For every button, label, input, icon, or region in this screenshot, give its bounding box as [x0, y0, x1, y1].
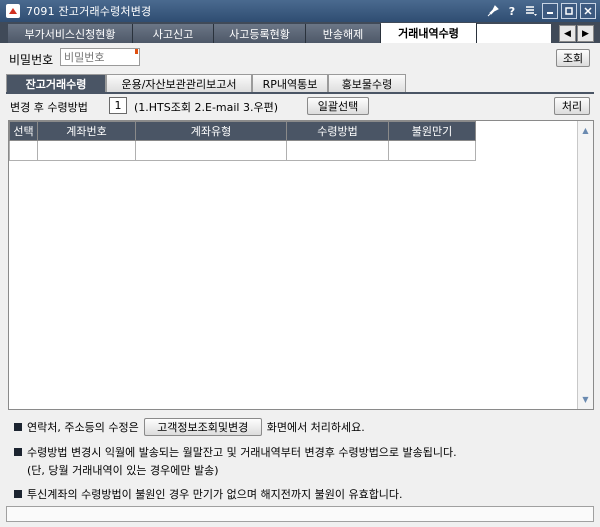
note1-text-pre: 연락처, 주소등의 수정은 [27, 421, 139, 434]
help-icon[interactable]: ? [504, 3, 520, 19]
window-title: 7091 잔고거래수령처변경 [26, 5, 152, 18]
tab-return-release[interactable]: 반송해제 [306, 24, 381, 43]
subtab-promo-receipt[interactable]: 홍보물수령 [328, 74, 406, 92]
table-cell[interactable] [388, 140, 476, 161]
note-trust-account: 투신계좌의 수령방법이 불원인 경우 만기가 없으며 해지전까지 불원이 유효합… [14, 486, 403, 502]
batch-select-button[interactable]: 일괄선택 [307, 97, 369, 115]
bullet-square-icon [14, 448, 22, 456]
subtab-asset-report[interactable]: 운용/자산보관관리보고서 [106, 74, 252, 92]
menu-icon[interactable] [523, 3, 539, 19]
change-method-label: 변경 후 수령방법 [10, 101, 88, 114]
subtab-balance-receipt[interactable]: 잔고거래수령 [6, 74, 106, 92]
tab-scroll-left-icon[interactable]: ◀ [559, 25, 576, 42]
bullet-square-icon [14, 490, 22, 498]
customer-info-button[interactable]: 고객정보조회및변경 [143, 418, 262, 436]
note-change-method-sub: (단, 당월 거래내역이 있는 경우에만 발송) [27, 462, 218, 478]
close-icon[interactable] [580, 3, 596, 19]
tab-bar-empty [477, 24, 551, 43]
grid-vertical-scrollbar[interactable]: ▲ ▼ [577, 121, 593, 409]
tab-accident-registration-status[interactable]: 사고등록현황 [214, 24, 306, 43]
pin-icon[interactable] [485, 3, 501, 19]
note3-text: 투신계좌의 수령방법이 불원인 경우 만기가 없으며 해지전까지 불원이 유효합… [27, 488, 403, 501]
required-mark [135, 49, 138, 54]
note2-sub-text: (단, 당월 거래내역이 있는 경우에만 발송) [27, 464, 219, 477]
maximize-icon[interactable] [561, 3, 577, 19]
tab-accident-report[interactable]: 사고신고 [133, 24, 214, 43]
tab-transaction-receipt[interactable]: 거래내역수령 [381, 23, 477, 43]
col-account-number[interactable]: 계좌번호 [37, 121, 136, 141]
tab-scroll-right-icon[interactable]: ▶ [577, 25, 594, 42]
subtab-rp-notice[interactable]: RP내역통보 [252, 74, 328, 92]
tab-service-application-status[interactable]: 부가서비스신청현황 [8, 24, 133, 43]
note-change-method: 수령방법 변경시 익월에 발송되는 월말잔고 및 거래내역부터 변경후 수령방법… [14, 444, 457, 460]
table-cell[interactable] [135, 140, 287, 161]
col-expiry[interactable]: 불원만기 [388, 121, 476, 141]
note2-text: 수령방법 변경시 익월에 발송되는 월말잔고 및 거래내역부터 변경후 수령방법… [27, 446, 457, 459]
change-method-input[interactable]: 1 [109, 97, 127, 114]
table-cell[interactable] [286, 140, 389, 161]
scroll-up-icon[interactable]: ▲ [578, 123, 593, 138]
note-contact-info: 연락처, 주소등의 수정은 고객정보조회및변경 화면에서 처리하세요. [14, 418, 365, 436]
status-bar [6, 506, 594, 522]
note1-text-post: 화면에서 처리하세요. [266, 421, 365, 434]
subtab-underline [6, 92, 594, 94]
table-row[interactable] [9, 140, 476, 161]
inquiry-button[interactable]: 조회 [556, 49, 590, 67]
scroll-down-icon[interactable]: ▼ [578, 392, 593, 407]
table-cell[interactable] [37, 140, 136, 161]
table-cell[interactable] [9, 140, 38, 161]
title-bar: 7091 잔고거래수령처변경 ? [0, 0, 600, 22]
col-account-type[interactable]: 계좌유형 [135, 121, 287, 141]
bullet-square-icon [14, 423, 22, 431]
minimize-icon[interactable] [542, 3, 558, 19]
top-tab-bar: 부가서비스신청현황 사고신고 사고등록현황 반송해제 거래내역수령 ◀ ▶ [0, 22, 600, 43]
password-input[interactable] [60, 48, 140, 66]
col-select[interactable]: 선택 [9, 121, 38, 141]
col-receipt-method[interactable]: 수령방법 [286, 121, 389, 141]
password-label: 비밀번호 [9, 53, 54, 67]
process-button[interactable]: 처리 [554, 97, 590, 115]
account-grid[interactable]: 선택 계좌번호 계좌유형 수령방법 불원만기 ▲ ▼ [8, 120, 594, 410]
change-method-hint: (1.HTS조회 2.E-mail 3.우편) [134, 101, 279, 114]
app-icon [6, 4, 20, 18]
